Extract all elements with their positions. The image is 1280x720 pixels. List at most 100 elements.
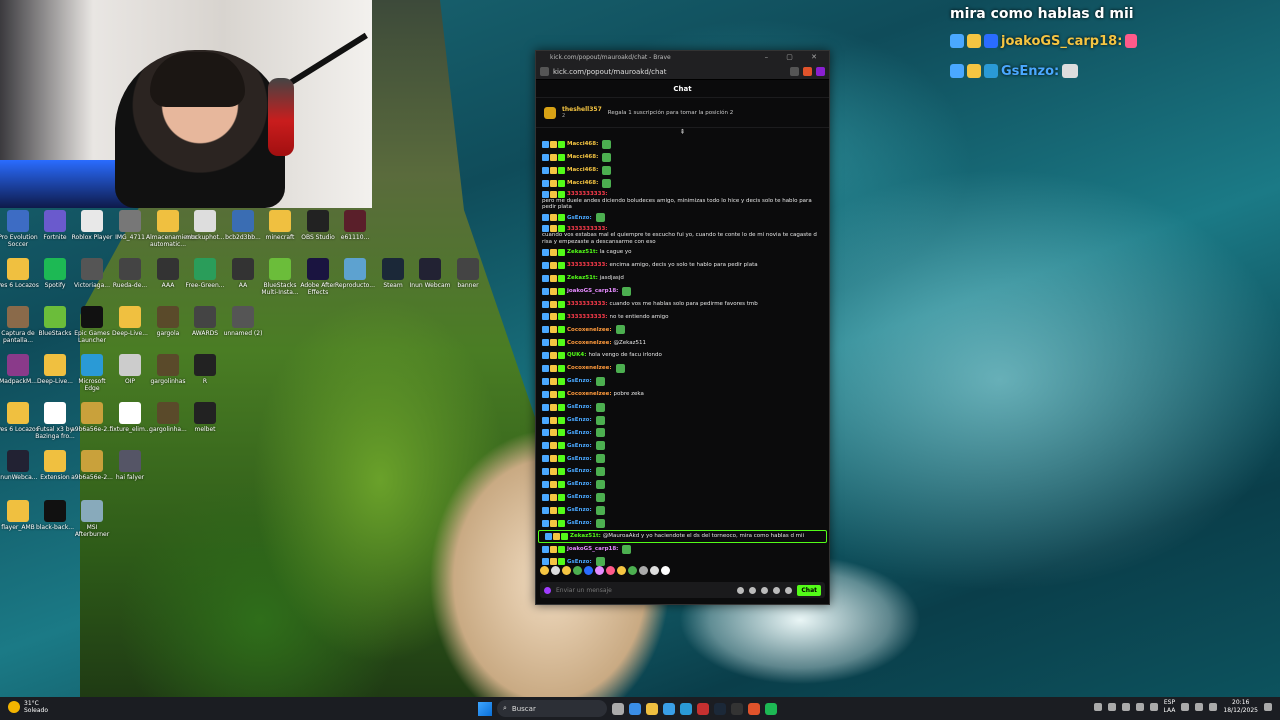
chat-message[interactable]: GsEnzo:	[536, 452, 829, 465]
clock[interactable]: 20:16 18/12/2025	[1223, 699, 1258, 715]
quick-emote-icon[interactable]	[606, 566, 615, 575]
chat-message[interactable]: QUK4: hola vengo de facu irlondo	[536, 349, 829, 362]
chat-username[interactable]: Cocoxenelzee:	[567, 365, 612, 371]
obs-icon[interactable]	[731, 702, 743, 715]
chat-username[interactable]: GsEnzo:	[567, 481, 592, 487]
chat-username[interactable]: GsEnzo:	[567, 430, 592, 436]
chat-username[interactable]: joakoGS_carp18:	[567, 546, 618, 552]
quick-emotes-bar[interactable]	[540, 566, 670, 575]
chat-username[interactable]: Cocoxenelzee:	[567, 327, 612, 333]
desktop-icon[interactable]: hai falyer	[108, 450, 152, 481]
message-input[interactable]: Enviar un mensaje	[556, 587, 732, 594]
chat-username[interactable]: Macci468:	[567, 154, 598, 160]
chat-username[interactable]: 3333333333:	[567, 301, 607, 307]
chat-username[interactable]: GsEnzo:	[567, 443, 592, 449]
chat-username[interactable]: 3333333333:	[567, 191, 607, 197]
window-controls[interactable]: – ▢ ✕	[765, 51, 825, 64]
chat-username[interactable]: GsEnzo:	[567, 559, 592, 565]
browser-titlebar[interactable]: kick.com/popout/mauroakd/chat - Brave – …	[536, 51, 829, 64]
desktop-icon[interactable]: banner	[446, 258, 490, 289]
send-chat-button[interactable]: Chat	[797, 584, 821, 596]
wifi-icon[interactable]	[1181, 703, 1190, 711]
chat-message[interactable]: GsEnzo:	[536, 439, 829, 452]
browser-window[interactable]: kick.com/popout/mauroakd/chat - Brave – …	[535, 50, 830, 605]
chat-message[interactable]: Zekaz51t: @MauroaAkd y yo haciendote el d…	[538, 529, 827, 543]
chat-message[interactable]: GsEnzo:	[536, 478, 829, 491]
tray-overflow-icon[interactable]	[1093, 703, 1102, 711]
task-view-icon[interactable]	[612, 702, 624, 715]
gift-prompt[interactable]: Regala 1 suscripción para tomar la posic…	[608, 110, 733, 116]
command-icon[interactable]	[737, 586, 745, 594]
pinned-gifter[interactable]: theshell357 2 Regala 1 suscripción para …	[536, 98, 829, 128]
chat-badge-icon[interactable]	[544, 586, 551, 594]
url-text[interactable]: kick.com/popout/mauroakd/chat	[553, 68, 786, 76]
quick-emote-icon[interactable]	[650, 566, 659, 575]
desktop-icon[interactable]: melbet	[183, 402, 227, 433]
chat-username[interactable]: GsEnzo:	[567, 468, 592, 474]
site-info-icon[interactable]	[540, 67, 549, 76]
chat-username[interactable]: GsEnzo:	[567, 378, 592, 384]
app-icon[interactable]	[697, 702, 709, 715]
notification-icon[interactable]	[1264, 703, 1272, 711]
chat-message[interactable]: joakoGS_carp18:	[536, 543, 829, 556]
brave-icon[interactable]	[748, 702, 760, 715]
language-indicator[interactable]: ESP LAA	[1164, 699, 1176, 715]
chat-message[interactable]: Cocoxenelzee:	[536, 362, 829, 375]
chat-message[interactable]: GsEnzo:	[536, 491, 829, 504]
taskbar-search[interactable]: ⌕ Buscar	[497, 700, 607, 717]
chat-username[interactable]: 3333333333:	[567, 314, 607, 320]
tray-app-icon[interactable]	[1135, 703, 1144, 711]
file-explorer-icon[interactable]	[646, 702, 658, 715]
emoji-icon[interactable]	[749, 586, 757, 594]
quick-emote-icon[interactable]	[540, 566, 549, 575]
chat-username[interactable]: 3333333333:	[567, 226, 607, 232]
chat-username[interactable]: GsEnzo:	[567, 494, 592, 500]
chat-message[interactable]: GsEnzo:	[536, 401, 829, 414]
chat-username[interactable]: Cocoxenelzee:	[567, 340, 612, 346]
chat-message[interactable]: 3333333333: encima amigo, decis yo solo t…	[536, 259, 829, 272]
widgets-icon[interactable]	[629, 702, 641, 715]
chat-message[interactable]: GsEnzo:	[536, 211, 829, 224]
zoom-icon[interactable]	[790, 67, 799, 76]
steam-icon[interactable]	[714, 702, 726, 715]
weather-widget[interactable]: 31°C Soleado	[8, 700, 48, 714]
desktop-icon[interactable]: e61110...	[333, 210, 377, 241]
tray-app-icon[interactable]	[1121, 703, 1130, 711]
store-icon[interactable]	[663, 702, 675, 715]
chat-message[interactable]: Cocoxenelzee:	[536, 323, 829, 336]
chat-username[interactable]: GsEnzo:	[567, 520, 592, 526]
chat-username[interactable]: Macci468:	[567, 180, 598, 186]
chat-username[interactable]: Cocoxenelzee:	[567, 391, 612, 397]
chat-username[interactable]: GsEnzo:	[567, 507, 592, 513]
chat-username[interactable]: QUK4:	[567, 352, 586, 358]
chat-username[interactable]: GsEnzo:	[567, 404, 592, 410]
quick-emote-icon[interactable]	[617, 566, 626, 575]
chat-username[interactable]: Zekaz51t:	[570, 533, 601, 539]
brave-rewards-icon[interactable]	[816, 67, 825, 76]
chat-username[interactable]: joakoGS_carp18:	[567, 288, 618, 294]
chat-composer[interactable]: Enviar un mensaje Chat	[540, 582, 825, 598]
chat-messages[interactable]: Macci468: Macci468: Macci468: Macci468: 3333…	[536, 138, 829, 568]
quick-emote-icon[interactable]	[595, 566, 604, 575]
chat-message[interactable]: Macci468:	[536, 151, 829, 164]
brave-shield-icon[interactable]	[803, 67, 812, 76]
desktop-icon[interactable]: R	[183, 354, 227, 385]
quick-emote-icon[interactable]	[628, 566, 637, 575]
volume-icon[interactable]	[1195, 703, 1204, 711]
desktop-icon[interactable]: unnamed (2)	[221, 306, 265, 337]
chat-message[interactable]: joakoGS_carp18:	[536, 285, 829, 298]
chat-message[interactable]: Macci468:	[536, 177, 829, 190]
battery-icon[interactable]	[1209, 703, 1218, 711]
kicks-icon[interactable]	[761, 586, 769, 594]
quick-emote-icon[interactable]	[573, 566, 582, 575]
spotify-icon[interactable]	[765, 702, 777, 715]
start-button-icon[interactable]	[478, 701, 492, 716]
edge-icon[interactable]	[680, 702, 692, 715]
settings-icon[interactable]	[785, 586, 793, 594]
chat-username[interactable]: GsEnzo:	[567, 456, 592, 462]
chat-username[interactable]: GsEnzo:	[567, 215, 592, 221]
chat-username[interactable]: Zekaz51t:	[567, 249, 598, 255]
chat-message[interactable]: Zekaz51t: jasdjasjd	[536, 272, 829, 285]
chat-message[interactable]: Macci468:	[536, 138, 829, 151]
chat-username[interactable]: Macci468:	[567, 167, 598, 173]
